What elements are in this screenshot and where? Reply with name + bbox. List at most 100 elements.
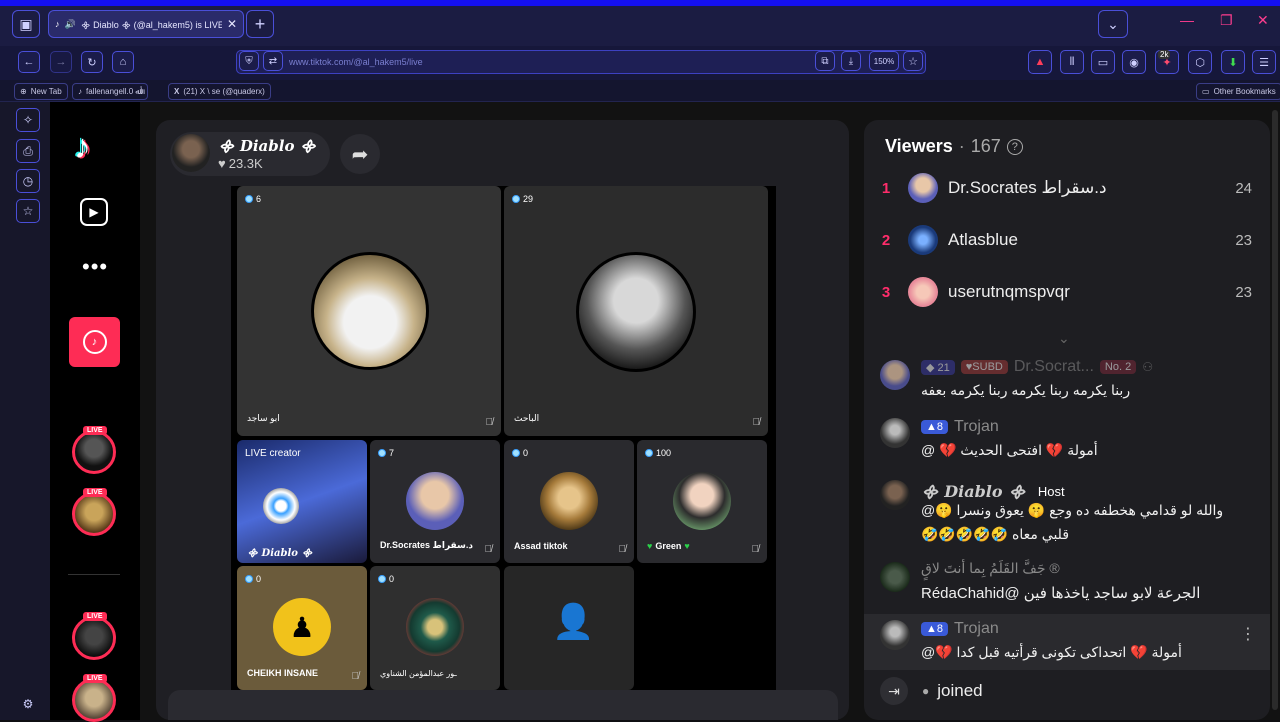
live-avatar-2[interactable]: [72, 492, 116, 536]
guest-tile-small-5[interactable]: 0 ♟ CHEIKH INSANE 🎙̸: [237, 566, 367, 690]
help-question-icon[interactable]: ?: [1006, 138, 1023, 155]
chat-avatar[interactable]: [880, 620, 910, 650]
chat-message: ▲8 Trojan أمولة 💔 افتحى الحديث 💔 @: [864, 412, 1270, 468]
save-page-icon[interactable]: ⎙: [16, 139, 40, 163]
viewers-panel: Viewers · 167 ? 1 Dr.Socrates د.سقراط 24…: [864, 120, 1270, 720]
live-icon: ♪: [82, 330, 107, 354]
bookmark-fallenangell[interactable]: ♪ fallenangell.0 أﷲ: [72, 83, 149, 100]
collapse-chevron-icon[interactable]: ⌄: [1058, 330, 1070, 347]
explore-play-icon[interactable]: ▶: [80, 198, 108, 226]
heart-icon: ♥: [218, 156, 226, 171]
menu-icon[interactable]: ☰: [1252, 50, 1276, 74]
more-dots-icon[interactable]: •••: [82, 254, 108, 280]
download-page-icon[interactable]: ⤓: [841, 51, 861, 71]
browser-tab-active[interactable]: ♪ 🔊 ᯽ Diablo ᯽ (@al_hakem5) is LIVE ✕: [48, 10, 244, 38]
message-more-icon[interactable]: ⋮: [1240, 624, 1256, 644]
site-settings-icon[interactable]: ⇄: [263, 51, 283, 71]
level-badge: ▲8: [921, 420, 949, 434]
chat-avatar[interactable]: [880, 480, 910, 510]
guest-name: Assad tiktok: [514, 541, 568, 551]
chat-header[interactable]: ® جَفَّ القَلَمُ بِما أنتَ لاقٍ: [921, 560, 1060, 577]
extension-alert-icon[interactable]: ▲: [1028, 50, 1052, 74]
calligraphy-avatar: [406, 598, 464, 656]
bookmark-x[interactable]: X (21) X \ se (@quaderx): [168, 83, 271, 100]
bookmark-new-tab[interactable]: ⊕ New Tab: [14, 83, 68, 100]
host-avatar[interactable]: [172, 134, 210, 172]
guest-tile-big-1[interactable]: 6 ابو ساجد 🎙̸: [237, 186, 501, 436]
chat-header: ᯽ Diablo ᯽ Host: [921, 482, 1065, 501]
top-viewer-row[interactable]: 3 userutnqmspvqr 23: [864, 270, 1270, 314]
empty-seat-user-icon: 👤: [552, 603, 595, 641]
tab-close-icon[interactable]: ✕: [227, 17, 237, 31]
rank-badge: No. 2: [1099, 360, 1137, 374]
tab-list-chevron-icon[interactable]: ⌄: [1098, 10, 1128, 38]
live-avatar-4[interactable]: [72, 678, 116, 722]
library-icon[interactable]: ⫴: [1060, 50, 1084, 74]
url-bar[interactable]: ⛨ ⇄ www.tiktok.com/@al_hakem5/live ⧉ ⤓ 1…: [236, 50, 926, 74]
reload-icon[interactable]: ↻: [81, 51, 103, 73]
bookmark-star-icon[interactable]: ☆: [903, 51, 923, 71]
guest-tile-creator[interactable]: LIVE creator ᯽ Diablo ᯽: [237, 440, 367, 563]
guest-tile-empty[interactable]: 👤: [504, 566, 634, 690]
close-window-icon[interactable]: ✕: [1257, 12, 1269, 29]
new-tab-button[interactable]: +: [246, 10, 274, 38]
speaker-icon[interactable]: 🔊: [65, 19, 76, 30]
live-nav-button[interactable]: ♪: [69, 317, 120, 367]
guest-tile-small-6[interactable]: 0 ـور عبدالمؤمن الشناوي: [370, 566, 500, 690]
guest-name: الباحث: [514, 413, 540, 423]
live-badge: LIVE: [83, 426, 107, 435]
guest-tile-small-4[interactable]: 100 ♥ Green ♥ 🎙̸: [637, 440, 767, 563]
nav-divider: [68, 574, 120, 575]
silhouette-avatar-icon: ♟: [273, 598, 331, 656]
top-viewer-row[interactable]: 2 Atlasblue 23: [864, 218, 1270, 262]
minimize-icon[interactable]: —: [1180, 12, 1194, 28]
chat-text: الجرعة لابو ساجد ياخذها فين @RédaChahid: [921, 585, 1201, 602]
viewer-avatar: [908, 277, 938, 307]
extension-badge-count: 2k: [1158, 50, 1171, 59]
share-arrow-icon[interactable]: ➦: [340, 134, 380, 174]
ai-assistant-icon[interactable]: ✧: [16, 108, 40, 132]
live-avatar-1[interactable]: [72, 430, 116, 474]
guest-tile-small-3[interactable]: 0 Assad tiktok 🎙̸: [504, 440, 634, 563]
live-badge: LIVE: [83, 674, 107, 683]
zoom-level[interactable]: 150%: [869, 51, 899, 71]
back-icon[interactable]: ←: [18, 51, 40, 73]
host-likes: ♥ 23.3K: [218, 156, 263, 171]
viewer-count: 0: [245, 574, 261, 584]
extensions-puzzle-icon[interactable]: ⬡: [1188, 50, 1212, 74]
sidebar-toggle-icon[interactable]: ▭: [1091, 50, 1115, 74]
downloads-icon[interactable]: ⬇: [1221, 50, 1245, 74]
chat-avatar[interactable]: [880, 562, 910, 592]
favorites-icon[interactable]: ☆: [16, 199, 40, 223]
guest-avatar: [673, 472, 731, 530]
page-scrollbar[interactable]: [1272, 110, 1278, 710]
tiktok-favicon-icon: ♪: [55, 19, 60, 29]
tab-title: ᯽ Diablo ᯽ (@al_hakem5) is LIVE: [80, 19, 222, 30]
subscriber-badge: ♥SUBD: [960, 360, 1008, 374]
other-bookmarks[interactable]: ▭ Other Bookmarks: [1196, 83, 1280, 100]
top-viewer-row[interactable]: 1 Dr.Socrates د.سقراط 24: [864, 166, 1270, 210]
tiktok-logo-icon[interactable]: ♪: [74, 128, 91, 167]
pip-icon[interactable]: ⧉: [815, 51, 835, 71]
level-badge: ◆ 21: [921, 359, 955, 375]
settings-gear-icon[interactable]: ⚙: [16, 692, 40, 716]
guest-tile-small-2[interactable]: 7 Dr.Socrates د.سقراط 🎙̸: [370, 440, 500, 563]
shield-icon[interactable]: ⛨: [239, 51, 259, 71]
chat-avatar[interactable]: [880, 360, 910, 390]
chat-text: أمولة 💔 افتحى الحديث 💔 @: [921, 442, 1098, 458]
chat-avatar[interactable]: [880, 418, 910, 448]
viewer-count: 29: [512, 194, 533, 204]
folder-icon: ▭: [1202, 87, 1210, 96]
home-icon[interactable]: ⌂: [112, 51, 134, 73]
guest-name: ᯽ Diablo ᯽: [247, 548, 313, 559]
guest-tile-big-2[interactable]: 29 الباحث 🎙̸: [504, 186, 768, 436]
host-name[interactable]: ᯽ Diablo ᯽: [218, 136, 316, 156]
account-icon[interactable]: ◉: [1122, 50, 1146, 74]
guest-avatar: [406, 472, 464, 530]
history-icon[interactable]: ◷: [16, 169, 40, 193]
live-avatar-3[interactable]: [72, 616, 116, 660]
forward-icon[interactable]: →: [50, 51, 72, 73]
live-badge: LIVE: [83, 488, 107, 497]
tab-manager-icon[interactable]: ▣: [12, 10, 40, 38]
restore-icon[interactable]: ❐: [1220, 12, 1233, 29]
